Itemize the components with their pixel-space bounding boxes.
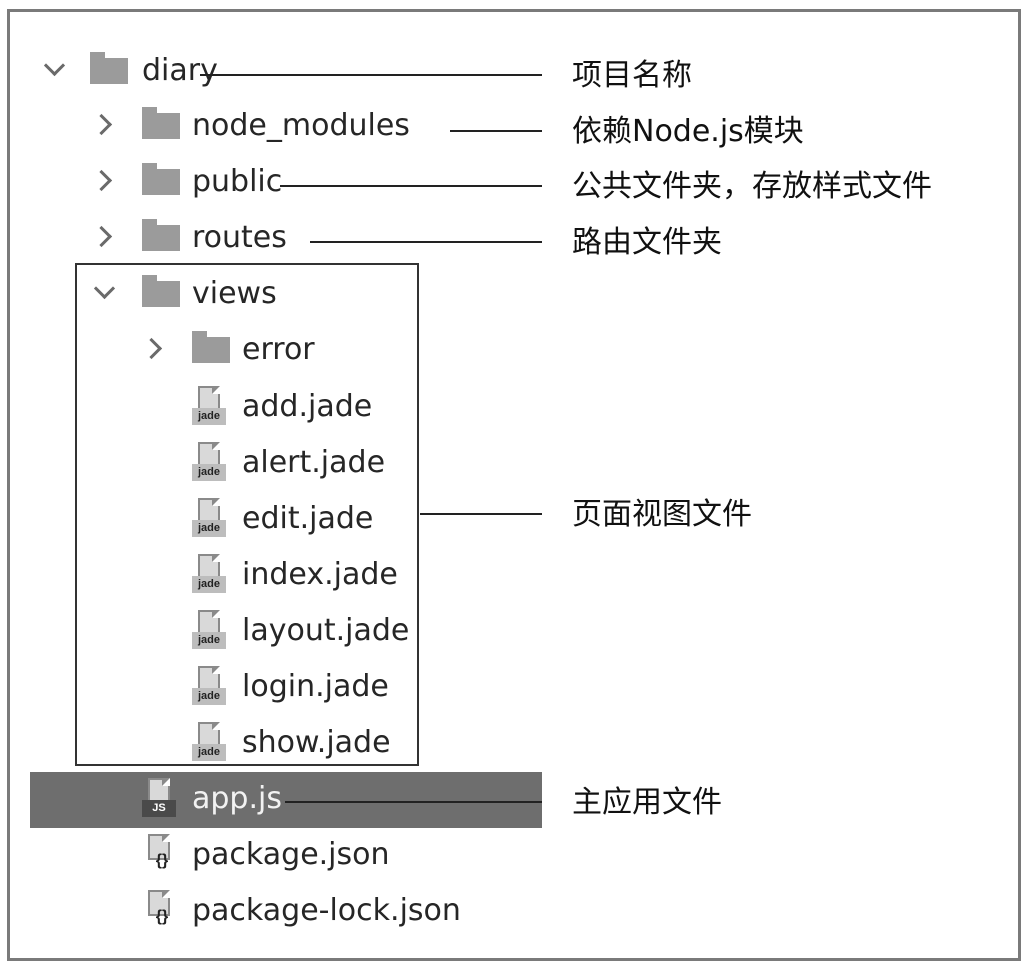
json-file-icon: {}	[142, 890, 178, 932]
views-highlight-box	[75, 263, 419, 766]
chevron-right-icon[interactable]	[88, 107, 122, 141]
tree-item-label: node_modules	[192, 108, 410, 143]
tree-item-package-json[interactable]: {} package.json	[30, 828, 542, 884]
folder-icon	[142, 107, 180, 139]
leader-line	[450, 130, 542, 132]
leader-line	[310, 241, 542, 243]
annotation-app: 主应用文件	[572, 785, 722, 820]
js-file-icon: JS	[142, 778, 178, 820]
folder-icon	[90, 52, 128, 84]
tree-item-label: routes	[192, 220, 287, 255]
tree-item-label: public	[192, 164, 283, 199]
folder-icon	[142, 219, 180, 251]
annotation-node-modules: 依赖Node.js模块	[572, 114, 804, 149]
leader-line	[420, 513, 542, 515]
tree-item-public[interactable]: public	[30, 155, 542, 211]
tree-item-label: package-lock.json	[192, 893, 461, 928]
annotation-project-name: 项目名称	[572, 58, 692, 93]
tree-item-label: app.js	[192, 781, 282, 816]
annotation-views: 页面视图文件	[572, 497, 752, 532]
tree-item-label: package.json	[192, 837, 390, 872]
tree-item-label: diary	[142, 53, 218, 88]
chevron-right-icon[interactable]	[88, 163, 122, 197]
tree-item-node-modules[interactable]: node_modules	[30, 99, 542, 155]
tree-item-package-lock-json[interactable]: {} package-lock.json	[30, 884, 542, 940]
leader-line	[285, 801, 542, 803]
tree-item-diary[interactable]: diary	[30, 44, 542, 100]
annotation-public: 公共文件夹，存放样式文件	[572, 169, 932, 204]
chevron-down-icon[interactable]	[38, 52, 72, 86]
tree-item-app-js[interactable]: JS app.js	[30, 772, 542, 828]
folder-icon	[142, 163, 180, 195]
annotation-routes: 路由文件夹	[572, 225, 722, 260]
tree-item-routes[interactable]: routes	[30, 211, 542, 267]
chevron-right-icon[interactable]	[88, 219, 122, 253]
leader-line	[280, 185, 542, 187]
json-file-icon: {}	[142, 834, 178, 876]
leader-line	[200, 74, 542, 76]
